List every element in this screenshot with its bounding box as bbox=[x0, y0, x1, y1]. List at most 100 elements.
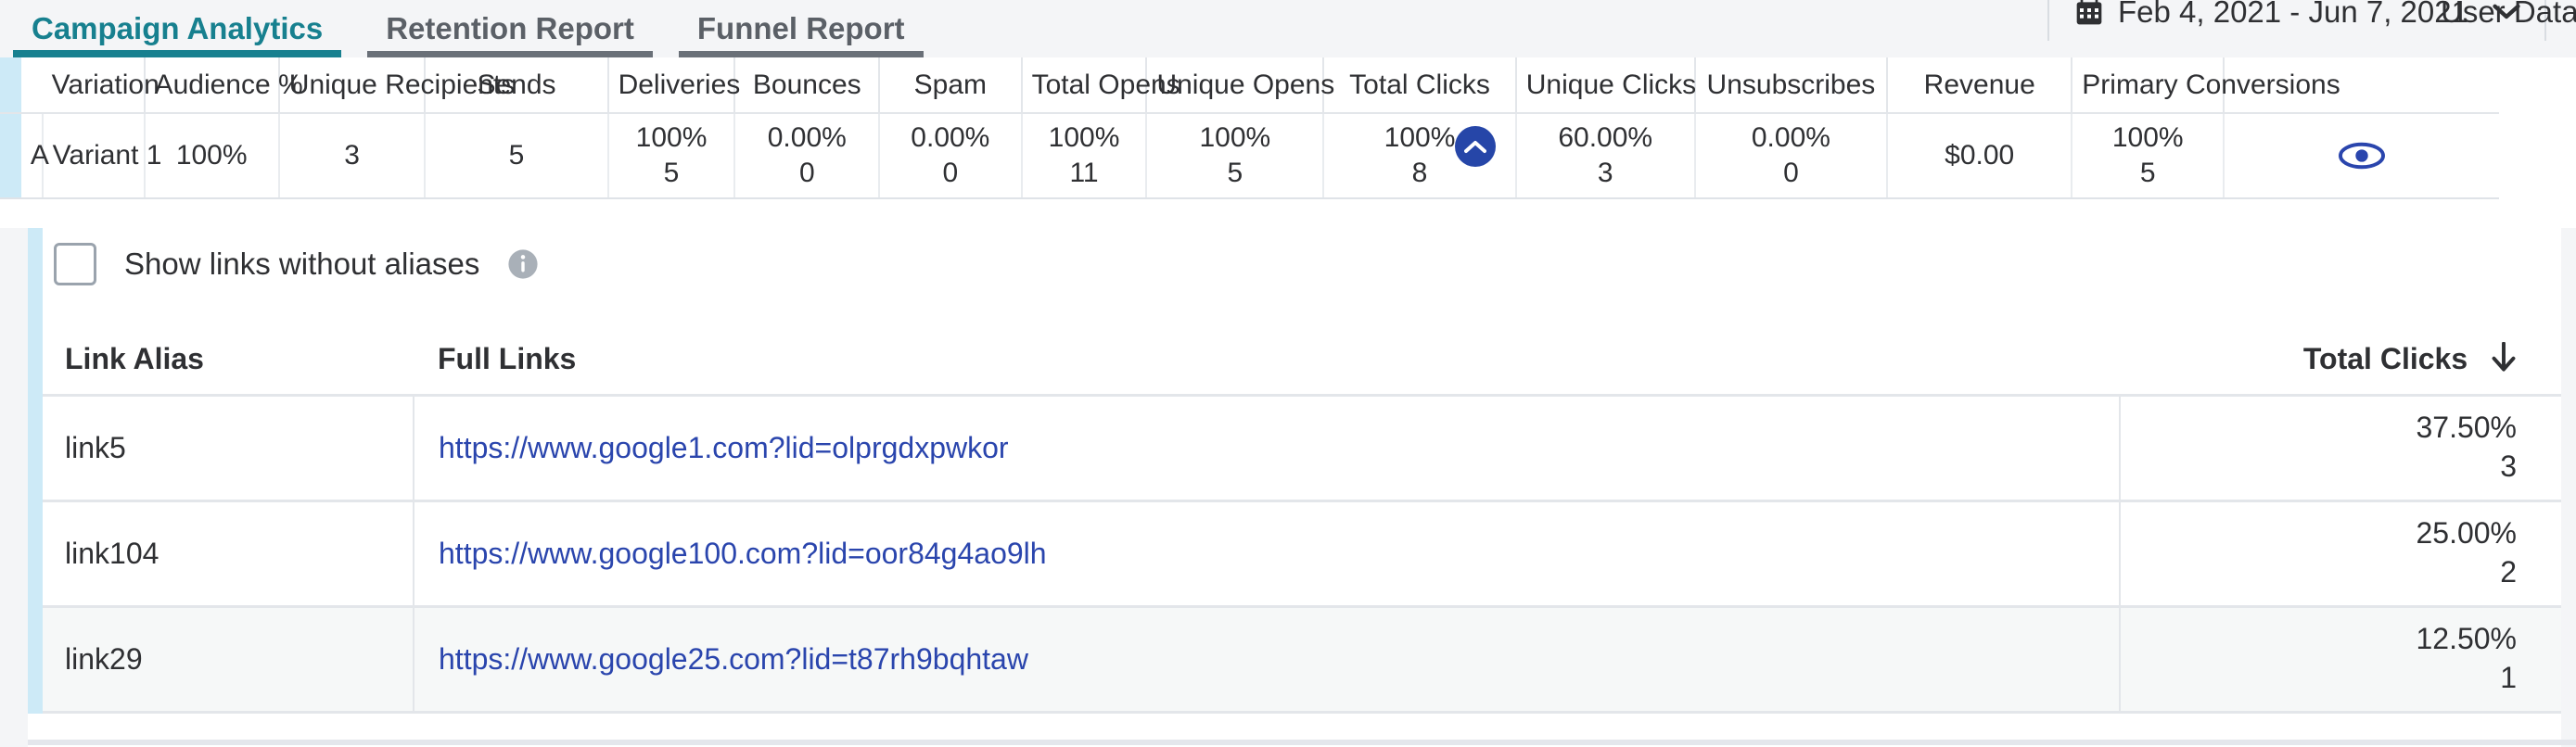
link-row[interactable]: link5 https://www.google1.com?lid=olprgd… bbox=[43, 395, 2561, 500]
cell-audience-pct: 100% bbox=[145, 113, 279, 198]
col-header-unique-clicks[interactable]: Unique Clicks bbox=[1516, 57, 1695, 113]
links-col-header-total-clicks[interactable]: Total Clicks bbox=[2120, 324, 2561, 395]
cell-unique-opens: 100% 5 bbox=[1146, 113, 1323, 198]
metrics-data-row[interactable]: A Variant 1 100% 3 5 100% 5 0.00% 0 bbox=[0, 113, 2576, 198]
variation-letter-header bbox=[21, 57, 43, 113]
panel-right-gutter bbox=[2561, 228, 2576, 747]
link-row[interactable]: link29 https://www.google25.com?lid=t87r… bbox=[43, 606, 2561, 712]
link-alias: link29 bbox=[43, 606, 414, 712]
link-clicks-count: 1 bbox=[2500, 659, 2517, 698]
link-clicks-pct: 12.50% bbox=[2416, 620, 2517, 659]
link-alias: link104 bbox=[43, 500, 414, 606]
cell-bounces-pct: 0.00% bbox=[768, 120, 847, 156]
cell-unsubscribes-count: 0 bbox=[1783, 156, 1799, 191]
cell-deliveries-count: 5 bbox=[664, 156, 680, 191]
link-full-url-cell: https://www.google1.com?lid=olprgdxpwkor bbox=[414, 395, 2120, 500]
link-alias: link5 bbox=[43, 395, 414, 500]
cell-unique-opens-pct: 100% bbox=[1200, 120, 1271, 156]
link-row[interactable]: link104 https://www.google100.com?lid=oo… bbox=[43, 500, 2561, 606]
cell-unsubscribes: 0.00% 0 bbox=[1695, 113, 1887, 198]
links-col-header-alias[interactable]: Link Alias bbox=[43, 324, 414, 395]
col-header-unique-recipients[interactable]: Unique Recipients bbox=[279, 57, 426, 113]
col-header-spam[interactable]: Spam bbox=[879, 57, 1022, 113]
cell-unique-opens-count: 5 bbox=[1228, 156, 1243, 191]
col-header-deliveries[interactable]: Deliveries bbox=[608, 57, 735, 113]
links-col-header-full-links[interactable]: Full Links bbox=[414, 324, 2120, 395]
cell-deliveries: 100% 5 bbox=[608, 113, 735, 198]
panel-left-gutter bbox=[0, 228, 28, 747]
link-total-clicks-cell: 37.50% 3 bbox=[2120, 395, 2561, 500]
cell-spam: 0.00% 0 bbox=[879, 113, 1022, 198]
info-icon[interactable] bbox=[507, 248, 539, 280]
link-full-url-cell: https://www.google100.com?lid=oor84g4ao9… bbox=[414, 500, 2120, 606]
cell-total-clicks[interactable]: 100% 8 bbox=[1323, 113, 1515, 198]
cell-primary-conversions: 100% 5 bbox=[2072, 113, 2224, 198]
cell-variation: Variant 1 bbox=[43, 113, 145, 198]
col-header-unsubscribes[interactable]: Unsubscribes bbox=[1695, 57, 1887, 113]
cell-revenue: $0.00 bbox=[1887, 113, 2072, 198]
link-clicks-pct: 25.00% bbox=[2416, 514, 2517, 553]
cell-spam-pct: 0.00% bbox=[911, 120, 989, 156]
eye-icon bbox=[2338, 140, 2386, 171]
panel-accent-bar bbox=[28, 228, 43, 714]
cell-unsubscribes-pct: 0.00% bbox=[1752, 120, 1830, 156]
cell-total-clicks-pct: 100% bbox=[1384, 122, 1456, 153]
row-accent-bar-header bbox=[0, 57, 21, 113]
tab-label: Retention Report bbox=[386, 11, 634, 46]
user-data-label[interactable]: User Data bbox=[2441, 0, 2576, 41]
tab-label: Campaign Analytics bbox=[32, 11, 323, 46]
cell-deliveries-pct: 100% bbox=[636, 120, 708, 156]
col-header-variation[interactable]: Variation bbox=[43, 57, 145, 113]
chevron-up-badge-icon[interactable] bbox=[1455, 126, 1496, 167]
link-url[interactable]: https://www.google100.com?lid=oor84g4ao9… bbox=[439, 537, 1047, 570]
link-url[interactable]: https://www.google1.com?lid=olprgdxpwkor bbox=[439, 431, 1009, 464]
link-total-clicks-cell: 12.50% 1 bbox=[2120, 606, 2561, 712]
link-total-clicks-cell: 25.00% 2 bbox=[2120, 500, 2561, 606]
col-header-unique-opens[interactable]: Unique Opens bbox=[1146, 57, 1323, 113]
links-table: Link Alias Full Links Total Clicks link5… bbox=[43, 324, 2561, 714]
arrow-down-icon[interactable] bbox=[2491, 342, 2517, 374]
chevron-up-icon bbox=[1464, 139, 1486, 154]
col-header-revenue[interactable]: Revenue bbox=[1887, 57, 2072, 113]
col-header-primary-conversions[interactable]: Primary Conversions bbox=[2072, 57, 2224, 113]
cell-total-opens: 100% 11 bbox=[1022, 113, 1147, 198]
col-header-total-clicks[interactable]: Total Clicks bbox=[1323, 57, 1515, 113]
cell-unique-clicks: 60.00% 3 bbox=[1516, 113, 1695, 198]
links-header-row: Link Alias Full Links Total Clicks bbox=[43, 324, 2561, 395]
calendar-icon bbox=[2073, 0, 2105, 27]
cell-total-opens-pct: 100% bbox=[1049, 120, 1120, 156]
link-url[interactable]: https://www.google25.com?lid=t87rh9bqhta… bbox=[439, 642, 1028, 676]
show-links-without-aliases-row[interactable]: Show links without aliases bbox=[54, 243, 539, 285]
col-header-audience-pct[interactable]: Audience % bbox=[145, 57, 279, 113]
tab-retention-report[interactable]: Retention Report bbox=[354, 0, 666, 57]
cell-bounces: 0.00% 0 bbox=[734, 113, 879, 198]
tab-campaign-analytics[interactable]: Campaign Analytics bbox=[0, 0, 354, 57]
row-accent-bar bbox=[0, 113, 21, 198]
date-range-value: Feb 4, 2021 - Jun 7, 2021 bbox=[2118, 0, 2468, 30]
link-details-panel: Show links without aliases Link Alias Fu… bbox=[0, 228, 2576, 747]
cell-spam-count: 0 bbox=[942, 156, 958, 191]
cell-total-opens-count: 11 bbox=[1069, 156, 1098, 191]
col-header-bounces[interactable]: Bounces bbox=[734, 57, 879, 113]
cell-unique-clicks-pct: 60.00% bbox=[1558, 120, 1652, 156]
col-header-total-opens[interactable]: Total Opens bbox=[1022, 57, 1147, 113]
cell-unique-clicks-count: 3 bbox=[1598, 156, 1613, 191]
show-links-without-aliases-label: Show links without aliases bbox=[124, 247, 479, 282]
link-clicks-pct: 37.50% bbox=[2416, 409, 2517, 448]
link-clicks-count: 2 bbox=[2500, 553, 2517, 592]
show-links-without-aliases-checkbox[interactable] bbox=[54, 243, 96, 285]
preview-button[interactable] bbox=[2224, 113, 2499, 198]
variation-letter: A bbox=[21, 113, 43, 198]
campaign-analytics-screen: Campaign Analytics Retention Report Funn… bbox=[0, 0, 2576, 747]
tab-funnel-report[interactable]: Funnel Report bbox=[666, 0, 937, 57]
panel-bottom-edge bbox=[28, 740, 2576, 745]
cell-total-clicks-count: 8 bbox=[1412, 156, 1428, 191]
links-col-header-total-clicks-label: Total Clicks bbox=[2303, 342, 2468, 375]
cell-primary-conversions-pct: 100% bbox=[2112, 120, 2184, 156]
cell-unique-recipients: 3 bbox=[279, 113, 426, 198]
tab-label: Funnel Report bbox=[697, 11, 905, 46]
link-full-url-cell: https://www.google25.com?lid=t87rh9bqhta… bbox=[414, 606, 2120, 712]
tab-underline bbox=[367, 51, 653, 57]
cell-sends: 5 bbox=[425, 113, 607, 198]
cell-bounces-count: 0 bbox=[799, 156, 815, 191]
